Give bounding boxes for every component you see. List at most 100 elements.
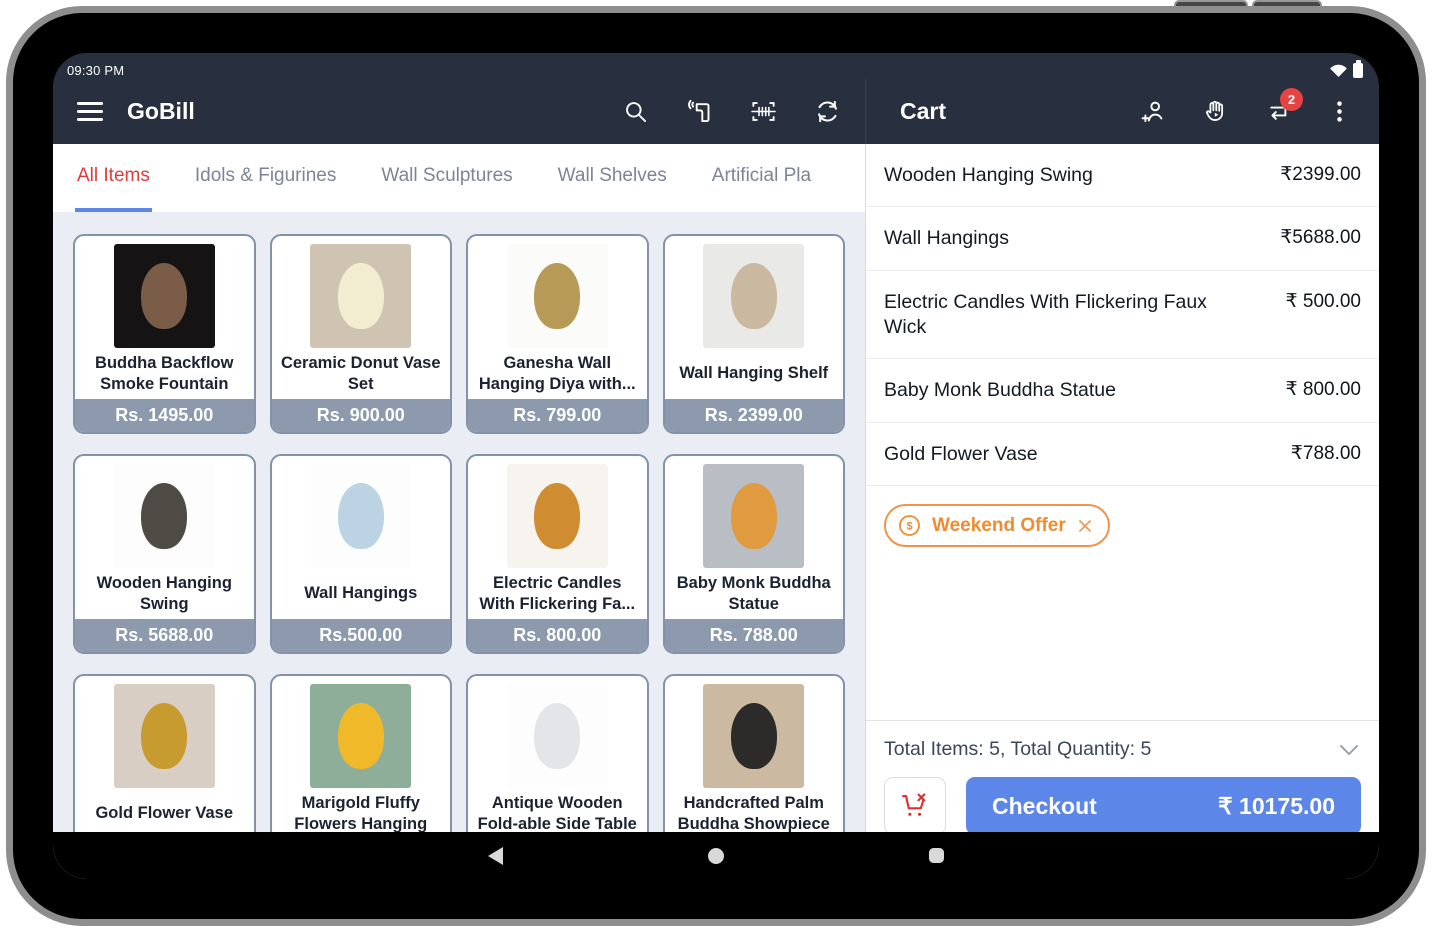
app-bar-left: GoBill <box>53 79 865 144</box>
cart-summary-row[interactable]: Total Items: 5, Total Quantity: 5 <box>866 720 1379 775</box>
product-image <box>83 684 246 788</box>
clock: 09:30 PM <box>67 63 124 78</box>
product-card[interactable]: Ceramic Donut Vase Set Rs. 900.00 <box>270 234 453 434</box>
main: All Items Idols & Figurines Wall Sculptu… <box>53 144 1379 879</box>
cart-item-price: ₹ 800.00 <box>1286 378 1361 401</box>
tablet-frame: 09:30 PM GoBill <box>6 6 1426 926</box>
held-orders-icon[interactable]: 2 <box>1263 98 1291 126</box>
product-card[interactable]: Baby Monk Buddha Statue Rs. 788.00 <box>663 454 846 654</box>
product-price: Rs. 5688.00 <box>75 619 254 652</box>
checkout-button[interactable]: Checkout ₹ 10175.00 <box>966 777 1361 835</box>
offer-label: Weekend Offer <box>932 515 1066 537</box>
category-tab-label: Wall Sculptures <box>381 165 512 187</box>
product-name: Wall Hangings <box>272 570 451 619</box>
menu-icon[interactable] <box>77 102 103 121</box>
cart-header: Cart <box>865 79 1379 144</box>
cart-summary-text: Total Items: 5, Total Quantity: 5 <box>884 738 1151 761</box>
chevron-down-icon <box>1339 744 1359 756</box>
battery-icon <box>1353 63 1363 78</box>
cart-item-name: Electric Candles With Flickering Faux Wi… <box>884 290 1214 341</box>
product-card[interactable]: Wall Hangings Rs.500.00 <box>270 454 453 654</box>
product-grid: Buddha Backflow Smoke Fountain Rs. 1495.… <box>73 234 845 874</box>
page: 09:30 PM GoBill <box>0 0 1432 932</box>
category-tab-label: Artificial Pla <box>712 165 811 187</box>
cart-item[interactable]: Wall Hangings ₹5688.00 <box>866 207 1379 270</box>
recents-icon[interactable] <box>929 848 944 863</box>
category-tab-label: All Items <box>77 165 150 187</box>
product-card[interactable]: Buddha Backflow Smoke Fountain Rs. 1495.… <box>73 234 256 434</box>
product-card[interactable]: Wall Hanging Shelf Rs. 2399.00 <box>663 234 846 434</box>
cart-item-price: ₹ 500.00 <box>1286 290 1361 313</box>
product-price: Rs. 900.00 <box>272 399 451 432</box>
product-image <box>83 244 246 348</box>
product-price: Rs. 1495.00 <box>75 399 254 432</box>
checkout-label: Checkout <box>992 793 1097 820</box>
close-icon[interactable] <box>1077 518 1093 534</box>
add-customer-icon[interactable] <box>1139 98 1167 126</box>
status-bar: 09:30 PM <box>53 53 1379 79</box>
barcode-frame-icon[interactable] <box>749 98 777 126</box>
product-grid-area: Buddha Backflow Smoke Fountain Rs. 1495.… <box>53 212 865 879</box>
product-image <box>673 684 836 788</box>
product-card[interactable]: Wooden Hanging Swing Rs. 5688.00 <box>73 454 256 654</box>
hold-order-icon[interactable] <box>1201 98 1229 126</box>
category-tabs: All Items Idols & Figurines Wall Sculptu… <box>53 144 865 212</box>
cart-item[interactable]: Gold Flower Vase ₹788.00 <box>866 423 1379 486</box>
clear-cart-icon <box>900 791 930 821</box>
product-image <box>280 684 443 788</box>
category-tab[interactable]: Wall Shelves <box>556 144 669 212</box>
product-image <box>673 464 836 568</box>
barcode-scanner-icon[interactable] <box>685 98 713 126</box>
category-tab[interactable]: All Items <box>75 144 152 212</box>
sync-icon[interactable] <box>813 98 841 126</box>
product-price: Rs. 799.00 <box>468 399 647 432</box>
product-price: Rs.500.00 <box>272 619 451 652</box>
product-name: Baby Monk Buddha Statue <box>665 570 844 619</box>
screen: 09:30 PM GoBill <box>53 53 1379 879</box>
coin-icon: $ <box>898 514 921 537</box>
cart-panel: Wooden Hanging Swing ₹2399.00 Wall Hangi… <box>865 144 1379 879</box>
more-menu-icon[interactable] <box>1325 98 1353 126</box>
cart-item[interactable]: Electric Candles With Flickering Faux Wi… <box>866 271 1379 360</box>
cart-item[interactable]: Baby Monk Buddha Statue ₹ 800.00 <box>866 359 1379 422</box>
clear-cart-button[interactable] <box>884 777 946 835</box>
held-orders-badge: 2 <box>1280 88 1303 111</box>
cart-item-price: ₹5688.00 <box>1280 226 1361 249</box>
product-name: Electric Candles With Flickering Fa... <box>468 570 647 619</box>
product-card[interactable]: Ganesha Wall Hanging Diya with... Rs. 79… <box>466 234 649 434</box>
product-image <box>476 464 639 568</box>
category-tab[interactable]: Idols & Figurines <box>193 144 339 212</box>
cart-item-name: Baby Monk Buddha Statue <box>884 378 1116 403</box>
category-tab-label: Wall Shelves <box>558 165 667 187</box>
cart-item-name: Wall Hangings <box>884 226 1009 251</box>
product-name: Buddha Backflow Smoke Fountain <box>75 350 254 399</box>
back-icon[interactable] <box>488 847 503 865</box>
category-tab[interactable]: Artificial Pla <box>710 144 813 212</box>
product-card[interactable]: Electric Candles With Flickering Fa... R… <box>466 454 649 654</box>
offer-chip[interactable]: $ Weekend Offer <box>884 504 1110 547</box>
app-title: GoBill <box>127 98 195 125</box>
category-tab[interactable]: Wall Sculptures <box>379 144 514 212</box>
product-image <box>673 244 836 348</box>
cart-item-name: Gold Flower Vase <box>884 442 1038 467</box>
wifi-icon <box>1329 63 1348 78</box>
cart-title: Cart <box>900 98 946 125</box>
cart-actions: Checkout ₹ 10175.00 <box>866 775 1379 835</box>
product-image <box>280 464 443 568</box>
checkout-amount: ₹ 10175.00 <box>1218 793 1335 820</box>
product-image <box>476 244 639 348</box>
cart-items: Wooden Hanging Swing ₹2399.00 Wall Hangi… <box>866 144 1379 486</box>
product-image <box>280 244 443 348</box>
category-tab-label: Idols & Figurines <box>195 165 337 187</box>
product-image <box>476 684 639 788</box>
cart-item-price: ₹788.00 <box>1291 442 1361 465</box>
product-price: Rs. 800.00 <box>468 619 647 652</box>
cart-item[interactable]: Wooden Hanging Swing ₹2399.00 <box>866 144 1379 207</box>
product-name: Ceramic Donut Vase Set <box>272 350 451 399</box>
product-price: Rs. 788.00 <box>665 619 844 652</box>
search-icon[interactable] <box>621 98 649 126</box>
android-nav-bar <box>53 832 1379 879</box>
home-icon[interactable] <box>708 848 724 864</box>
product-name: Wooden Hanging Swing <box>75 570 254 619</box>
app-bar: GoBill <box>53 79 1379 144</box>
